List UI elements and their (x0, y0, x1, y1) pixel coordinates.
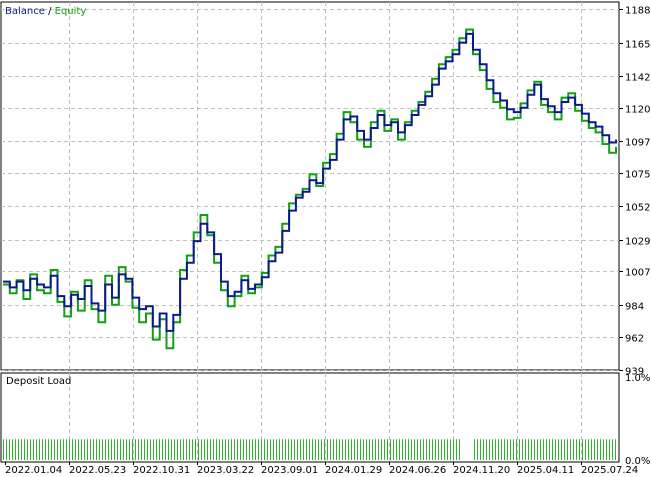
legend-equity: Equity (55, 6, 87, 17)
y-tick-label: 1188 (625, 6, 650, 17)
legend-balance: Balance (5, 6, 45, 17)
y-tick-label: 984 (625, 302, 644, 313)
x-tick-label: 2024.11.20 (453, 465, 510, 476)
chart-legend: Balance / Equity (5, 6, 86, 17)
x-tick-label: 2023.03.22 (197, 465, 254, 476)
deposit-load-title: Deposit Load (6, 376, 71, 387)
legend-separator: / (45, 6, 55, 17)
y-tick-label: 1120 (625, 105, 650, 116)
y-tick-label: 1052 (625, 203, 650, 214)
subpanel-y-tick-top: 1.0% (625, 373, 650, 384)
y-tick-label: 1007 (625, 268, 650, 279)
x-tick-label: 2024.06.26 (389, 465, 446, 476)
x-tick-label: 2022.10.31 (133, 465, 190, 476)
y-tick-label: 1165 (625, 40, 650, 51)
x-tick-label: 2025.07.24 (581, 465, 638, 476)
y-tick-label: 1075 (625, 170, 650, 181)
x-tick-label: 2023.09.01 (261, 465, 318, 476)
y-tick-label: 1142 (625, 73, 650, 84)
balance-equity-chart: 1188 1165 1142 1120 1097 1075 1052 1029 1007 984 9… (0, 1, 650, 476)
x-tick-label: 2022.05.23 (69, 465, 126, 476)
y-tick-label: 962 (625, 334, 644, 345)
x-tick-label: 2024.01.29 (325, 465, 382, 476)
x-tick-label: 2025.04.11 (517, 465, 574, 476)
x-tick-label: 2022.01.04 (5, 465, 62, 476)
y-tick-label: 1097 (625, 138, 650, 149)
y-tick-label: 1029 (625, 237, 650, 248)
